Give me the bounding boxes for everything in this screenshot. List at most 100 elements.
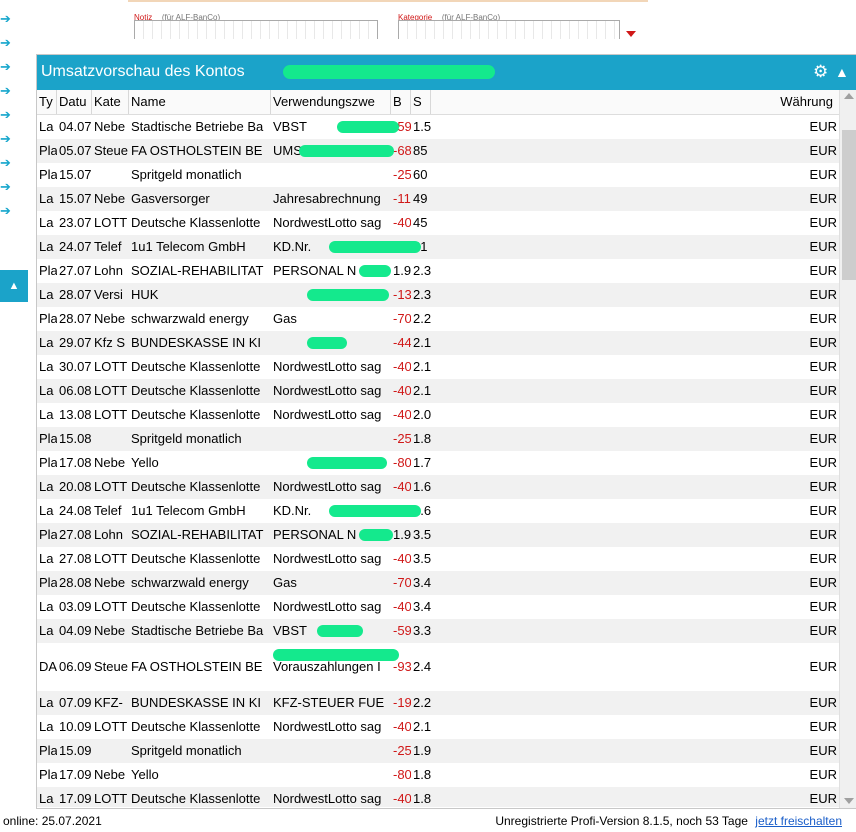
cell-waehrung: EUR (809, 503, 837, 518)
table-row[interactable]: Pla 15.08 Spritgeld monatlich -25 1.8 EUR (37, 427, 839, 451)
table-row[interactable]: Pla 05.07 Steue FA OSTHOLSTEIN BE UMS -68 85 EU… (37, 139, 839, 163)
cell-waehrung: EUR (809, 551, 837, 566)
table-row[interactable]: Pla 27.07 Lohn SOZIAL-REHABILITAT PERSONAL N… (37, 259, 839, 283)
panel-title: Umsatzvorschau des Kontos (41, 63, 245, 80)
cell-name: Deutsche Klassenlotte (131, 359, 261, 374)
table-row[interactable]: La 10.09 LOTT Deutsche Klassenlotte Nordwest… (37, 715, 839, 739)
table-row[interactable]: La 28.07 Versi HUK -13 2.3 EUR (37, 283, 839, 307)
cell-name: Deutsche Klassenlotte (131, 791, 261, 806)
cell-kategorie (92, 739, 129, 763)
cell-kategorie: LOTT (94, 479, 128, 494)
table-row[interactable]: La24.08Telef1u1 Telecom GmbHKD.Nr.-391.6… (37, 499, 839, 523)
vertical-scrollbar[interactable] (839, 90, 856, 808)
arrow-right-icon[interactable]: ➔ (0, 108, 12, 122)
arrow-right-icon[interactable]: ➔ (0, 36, 12, 50)
cell-verwendung (271, 763, 391, 787)
table-row[interactable]: Pla 28.07 Nebe schwarzwald energy Gas -70 2.2 E… (37, 307, 839, 331)
column-header-kategorie[interactable]: Kate (92, 90, 129, 114)
cell-typ: Pla (39, 575, 57, 590)
arrow-right-icon[interactable]: ➔ (0, 204, 12, 218)
column-header-verwendung[interactable]: Verwendungszwe (271, 90, 391, 114)
cell-datum: 30.07 (59, 359, 92, 374)
cell-verwendung: NordwestLotto sag (273, 359, 382, 374)
cell-betrag: -68 (393, 143, 411, 158)
table-row[interactable]: Pla 28.08 Nebe schwarzwald energy Gas -70 3.4 E… (37, 571, 839, 595)
cell-saldo: 1.8 (413, 431, 431, 446)
cell-betrag: -80 (393, 767, 411, 782)
cell-saldo: 45 (413, 215, 428, 230)
cell-name: Yello (131, 455, 159, 470)
notiz-input[interactable] (134, 20, 378, 39)
table-row[interactable]: La 04.07 Nebe Stadtische Betriebe Ba VBST -59… (37, 115, 839, 139)
cell-datum: 06.09 (59, 659, 92, 674)
cell-typ: La (39, 359, 54, 374)
cell-typ: La (39, 407, 54, 422)
cell-typ: Pla (39, 743, 57, 758)
redaction-mark (329, 505, 421, 517)
cell-datum: 06.08 (59, 383, 92, 398)
cell-kategorie: LOTT (94, 383, 128, 398)
column-header-name[interactable]: Name (129, 90, 271, 114)
column-header-datum[interactable]: Datu (57, 90, 92, 114)
column-header-saldo[interactable]: S (411, 90, 431, 114)
cell-typ: La (39, 719, 54, 734)
arrow-right-icon[interactable]: ➔ (0, 180, 12, 194)
cell-verwendung (271, 163, 391, 187)
table-row[interactable]: La 30.07 LOTT Deutsche Klassenlotte Nordwest… (37, 355, 839, 379)
cell-name: Deutsche Klassenlotte (131, 599, 261, 614)
table-row[interactable]: La 27.08 LOTT Deutsche Klassenlotte Nordwest… (37, 547, 839, 571)
column-header-betrag[interactable]: B (391, 90, 411, 114)
table-row[interactable]: La 29.07 Kfz S BUNDESKASSE IN KI -44 2.1 EUR (37, 331, 839, 355)
left-rail: ➔ ➔ ➔ ➔ ➔ ➔ ➔ ➔ ➔ (0, 0, 30, 300)
kategorie-select[interactable] (398, 20, 620, 39)
table-row[interactable]: Pla 15.07 Spritgeld monatlich -25 60 EUR (37, 163, 839, 187)
arrow-right-icon[interactable]: ➔ (0, 60, 12, 74)
cell-kategorie: LOTT (94, 719, 128, 734)
table-row[interactable]: La24.07Telef1u1 Telecom GmbHKD.Nr.-3941E… (37, 235, 839, 259)
scroll-down-icon[interactable] (844, 798, 854, 804)
cell-datum: 23.07 (59, 215, 92, 230)
redaction-mark (299, 145, 394, 157)
cell-typ: Pla (39, 767, 57, 782)
cell-kategorie: LOTT (94, 359, 128, 374)
table-row[interactable]: La 13.08 LOTT Deutsche Klassenlotte Nordwest… (37, 403, 839, 427)
arrow-right-icon[interactable]: ➔ (0, 84, 12, 98)
unlock-link[interactable]: jetzt freischalten (755, 814, 842, 828)
collapse-tab[interactable]: ▲ (0, 270, 28, 302)
arrow-right-icon[interactable]: ➔ (0, 156, 12, 170)
transaction-list: La 04.07 Nebe Stadtische Betriebe Ba VBST -59… (37, 115, 839, 807)
scroll-up-icon[interactable] (844, 93, 854, 99)
cell-verwendung: NordwestLotto sag (273, 551, 382, 566)
scrollbar-thumb[interactable] (842, 130, 856, 280)
column-header-typ[interactable]: Ty (37, 90, 57, 114)
table-row[interactable]: La 17.09 LOTT Deutsche Klassenlotte Nordwest… (37, 787, 839, 807)
table-row[interactable]: La 04.09 Nebe Stadtische Betriebe Ba VBST -59… (37, 619, 839, 643)
table-row[interactable]: La 07.09 KFZ- BUNDESKASSE IN KI KFZ-STEUER F… (37, 691, 839, 715)
table-row[interactable]: Pla 27.08 Lohn SOZIAL-REHABILITAT PERSONAL N… (37, 523, 839, 547)
kategorie-field: Kategorie (für ALF-BanCo) (398, 8, 620, 39)
table-row[interactable]: DA 06.09 Steue FA OSTHOLSTEIN BE Vorauszahlu… (37, 643, 839, 691)
table-row[interactable]: La 15.07 Nebe Gasversorger Jahresabrechnung -… (37, 187, 839, 211)
cell-kategorie: Versi (94, 287, 123, 302)
redaction-mark (307, 457, 387, 469)
cell-kategorie: Lohn (94, 263, 123, 278)
table-row[interactable]: Pla 17.09 Nebe Yello -80 1.8 EUR (37, 763, 839, 787)
gear-icon[interactable]: ⚙ (813, 63, 831, 81)
table-row[interactable]: La 23.07 LOTT Deutsche Klassenlotte Nordwest… (37, 211, 839, 235)
table-row[interactable]: Pla 17.08 Nebe Yello -80 1.7 EUR (37, 451, 839, 475)
collapse-icon[interactable]: ▲ (835, 63, 853, 81)
arrow-right-icon[interactable]: ➔ (0, 132, 12, 146)
cell-betrag: -40 (393, 407, 411, 422)
table-row[interactable]: La 06.08 LOTT Deutsche Klassenlotte Nordwest… (37, 379, 839, 403)
arrow-right-icon[interactable]: ➔ (0, 12, 12, 26)
cell-datum: 27.07 (59, 263, 92, 278)
dropdown-arrow-icon[interactable] (626, 31, 636, 37)
cell-betrag: -40 (393, 551, 411, 566)
cell-typ: La (39, 287, 54, 302)
table-row[interactable]: La 03.09 LOTT Deutsche Klassenlotte Nordwest… (37, 595, 839, 619)
column-header-waehrung[interactable]: Währung (431, 90, 839, 114)
table-row[interactable]: La 20.08 LOTT Deutsche Klassenlotte Nordwest… (37, 475, 839, 499)
cell-datum: 28.07 (59, 311, 92, 326)
cell-verwendung: NordwestLotto sag (273, 479, 382, 494)
table-row[interactable]: Pla 15.09 Spritgeld monatlich -25 1.9 EUR (37, 739, 839, 763)
